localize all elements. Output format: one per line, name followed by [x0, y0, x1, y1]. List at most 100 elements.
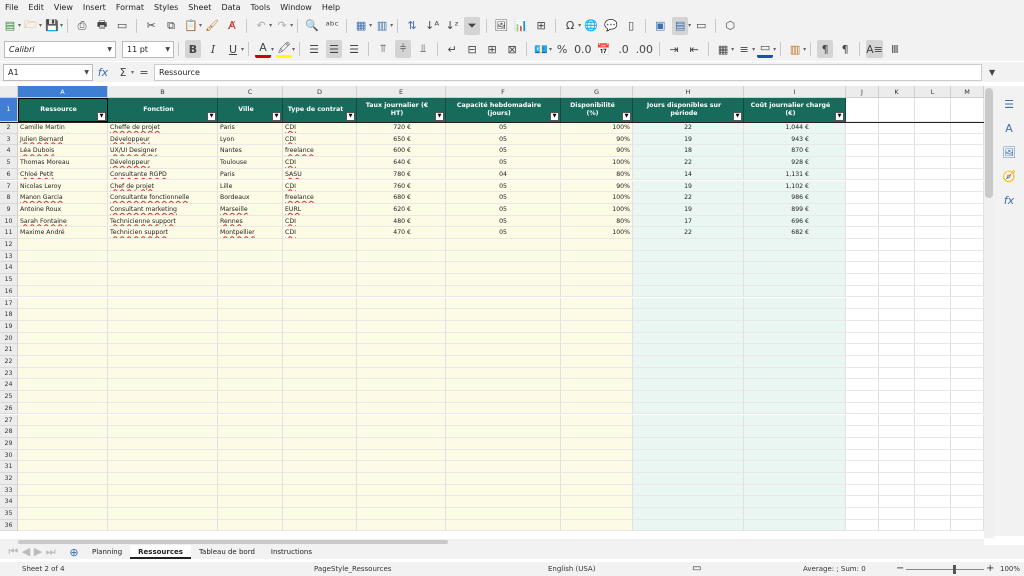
- empty-cell[interactable]: [879, 367, 915, 380]
- empty-cell[interactable]: [846, 239, 879, 251]
- empty-cell[interactable]: [283, 274, 357, 286]
- empty-cell[interactable]: [633, 320, 744, 333]
- empty-cell[interactable]: [108, 309, 218, 321]
- delete-decimal-icon[interactable]: .00: [636, 40, 654, 58]
- empty-cell[interactable]: [915, 274, 951, 286]
- empty-cell[interactable]: [879, 145, 915, 158]
- empty-cell[interactable]: [446, 285, 561, 298]
- header-cell-a[interactable]: Ressource ▼: [18, 98, 108, 122]
- row-header-18[interactable]: 18: [0, 309, 18, 321]
- data-cell[interactable]: Toulouse: [218, 157, 283, 169]
- empty-cell[interactable]: [744, 496, 846, 509]
- empty-cell[interactable]: [561, 519, 633, 532]
- empty-cell[interactable]: [357, 391, 446, 403]
- special-character-icon[interactable]: Ω: [562, 17, 578, 35]
- empty-cell[interactable]: [108, 285, 218, 298]
- empty-cell[interactable]: [218, 250, 283, 263]
- data-cell[interactable]: 18: [633, 145, 744, 158]
- empty-cell[interactable]: [446, 426, 561, 438]
- zoom-in-icon[interactable]: +: [986, 563, 994, 574]
- empty-cell[interactable]: [218, 239, 283, 251]
- column-header-h[interactable]: H: [633, 86, 744, 98]
- data-cell[interactable]: 470 €: [357, 227, 446, 239]
- row-header-32[interactable]: 32: [0, 473, 18, 485]
- row-header-8[interactable]: 8: [0, 192, 18, 204]
- empty-cell[interactable]: [951, 426, 984, 438]
- empty-cell[interactable]: [951, 437, 984, 450]
- align-left-icon[interactable]: ☰: [306, 40, 322, 58]
- empty-cell[interactable]: [561, 332, 633, 345]
- empty-cell[interactable]: [846, 227, 879, 239]
- hyperlink-icon[interactable]: 🌐: [583, 17, 599, 35]
- column-header-i[interactable]: I: [744, 86, 846, 98]
- empty-cell[interactable]: [633, 449, 744, 462]
- empty-cell[interactable]: [561, 367, 633, 380]
- empty-cell[interactable]: [879, 519, 915, 532]
- sort-descending-icon[interactable]: ↓ᶻ: [444, 17, 460, 35]
- empty-cell[interactable]: [633, 356, 744, 368]
- empty-cell[interactable]: [879, 274, 915, 286]
- text-direction-vertical-icon[interactable]: Ⅲ: [887, 40, 903, 58]
- data-cell[interactable]: freelance: [283, 192, 357, 204]
- text-direction-horizontal-icon[interactable]: A≡: [866, 40, 883, 58]
- zoom-slider[interactable]: [906, 569, 984, 570]
- empty-cell[interactable]: [18, 274, 108, 286]
- data-cell[interactable]: 22: [633, 227, 744, 239]
- empty-cell[interactable]: [561, 250, 633, 263]
- empty-cell[interactable]: [744, 379, 846, 392]
- empty-cell[interactable]: [446, 379, 561, 392]
- empty-cell[interactable]: [915, 473, 951, 485]
- data-cell[interactable]: EURL: [283, 203, 357, 216]
- empty-cell[interactable]: [218, 402, 283, 415]
- empty-cell[interactable]: [846, 309, 879, 321]
- empty-cell[interactable]: [446, 473, 561, 485]
- highlight-color-icon[interactable]: 🖍: [276, 40, 293, 58]
- empty-cell[interactable]: [951, 484, 984, 497]
- empty-cell[interactable]: [879, 473, 915, 485]
- empty-cell[interactable]: [744, 239, 846, 251]
- data-cell[interactable]: 22: [633, 192, 744, 204]
- column-header-l[interactable]: L: [915, 86, 951, 98]
- empty-cell[interactable]: [846, 367, 879, 380]
- empty-cell[interactable]: [283, 461, 357, 473]
- empty-cell[interactable]: [218, 426, 283, 438]
- empty-cell[interactable]: [446, 461, 561, 473]
- data-cell[interactable]: 14: [633, 168, 744, 181]
- data-cell[interactable]: 1,044 €: [744, 122, 846, 134]
- row-header-15[interactable]: 15: [0, 274, 18, 286]
- data-cell[interactable]: Lyon: [218, 133, 283, 146]
- header-cell-i[interactable]: Coût journalier chargé (€) ▼: [744, 98, 846, 122]
- empty-cell[interactable]: [915, 496, 951, 509]
- data-cell[interactable]: 05: [446, 133, 561, 146]
- data-cell[interactable]: 620 €: [357, 203, 446, 216]
- data-cell[interactable]: 05: [446, 203, 561, 216]
- empty-cell[interactable]: [915, 215, 951, 228]
- percent-format-icon[interactable]: %: [554, 40, 570, 58]
- tab-tableau-de-bord[interactable]: Tableau de bord: [191, 545, 263, 559]
- empty-cell[interactable]: [915, 391, 951, 403]
- merge-center-icon[interactable]: ⊟: [464, 40, 480, 58]
- empty-cell[interactable]: [879, 356, 915, 368]
- empty-cell[interactable]: [633, 461, 744, 473]
- empty-cell[interactable]: [951, 215, 984, 228]
- autofilter-dropdown-icon[interactable]: ▼: [622, 112, 631, 121]
- empty-cell[interactable]: [879, 297, 915, 310]
- empty-cell[interactable]: [357, 250, 446, 263]
- data-cell[interactable]: 943 €: [744, 133, 846, 146]
- empty-cell[interactable]: [283, 496, 357, 509]
- empty-cell[interactable]: [218, 356, 283, 368]
- row-header-28[interactable]: 28: [0, 426, 18, 438]
- empty-cell[interactable]: [951, 379, 984, 392]
- row-header-5[interactable]: 5: [0, 157, 18, 169]
- empty-cell[interactable]: [283, 426, 357, 438]
- empty-cell[interactable]: [446, 344, 561, 356]
- empty-cell[interactable]: [915, 157, 951, 169]
- empty-cell[interactable]: [915, 402, 951, 415]
- empty-cell[interactable]: [951, 367, 984, 380]
- empty-cell[interactable]: [744, 309, 846, 321]
- empty-cell[interactable]: [357, 496, 446, 509]
- data-cell[interactable]: 80%: [561, 168, 633, 181]
- empty-cell[interactable]: [915, 297, 951, 310]
- add-decimal-icon[interactable]: .0: [616, 40, 632, 58]
- data-cell[interactable]: Léa Dubois: [18, 145, 108, 158]
